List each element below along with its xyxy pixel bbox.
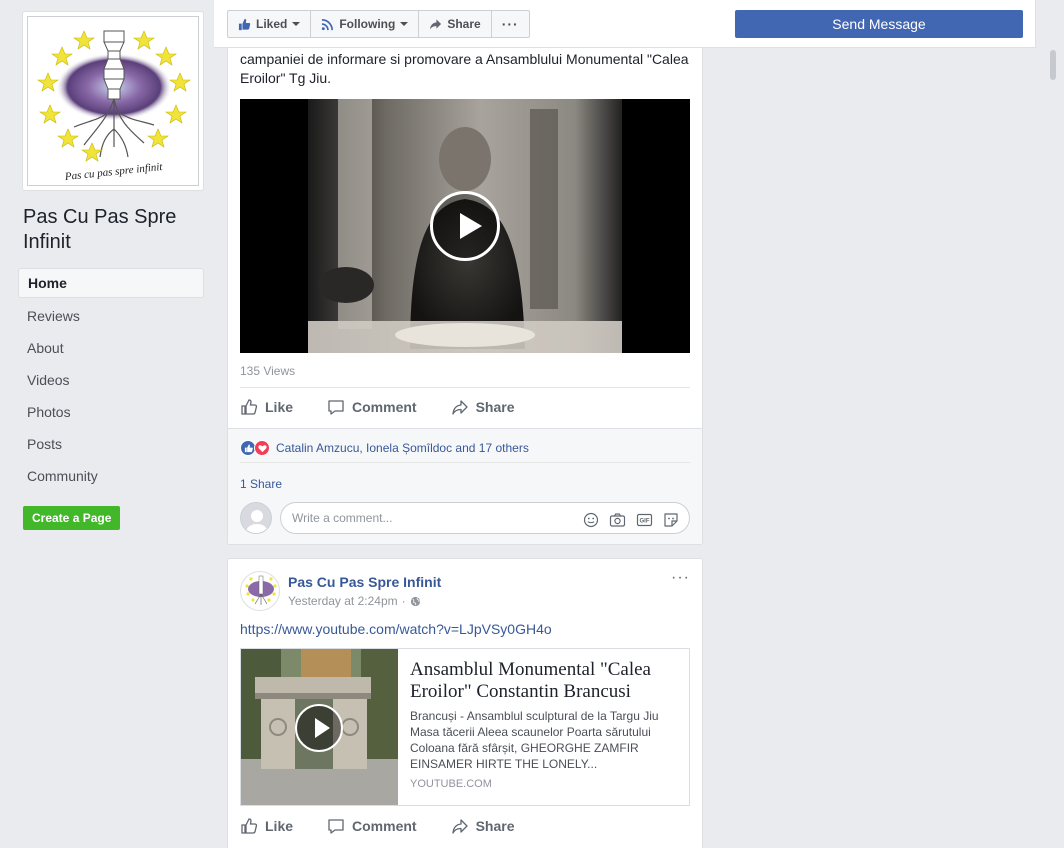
page-title[interactable]: Pas Cu Pas Spre Infinit bbox=[23, 205, 203, 255]
share-button[interactable]: Share bbox=[451, 391, 515, 423]
post-meta: Yesterday at 2:24pm · bbox=[288, 594, 421, 608]
link-description: Brancuși - Ansamblul sculptural de la Ta… bbox=[410, 709, 659, 771]
post-options-button[interactable]: ··· bbox=[671, 569, 690, 587]
meta-separator: · bbox=[401, 594, 406, 608]
emoji-icon[interactable] bbox=[583, 512, 599, 528]
following-button[interactable]: Following bbox=[311, 11, 420, 37]
globe-icon bbox=[410, 596, 421, 607]
page-nav: Home Reviews About Videos Photos Posts C… bbox=[18, 268, 204, 492]
comment-placeholder: Write a comment... bbox=[292, 511, 393, 525]
author-name[interactable]: Pas Cu Pas Spre Infinit bbox=[288, 574, 441, 590]
chevron-down-icon bbox=[400, 22, 409, 26]
share-label: Share bbox=[475, 399, 515, 415]
logo-text: Pas cu pas spre infinit bbox=[63, 161, 164, 183]
page-actions-group: Liked Following Share ··· bbox=[227, 10, 530, 38]
logo-image: Pas cu pas spre infinit bbox=[27, 16, 199, 186]
post-link[interactable]: https://www.youtube.com/watch?v=LJpVSy0G… bbox=[240, 621, 552, 637]
user-avatar bbox=[240, 502, 272, 534]
left-sidebar: Pas cu pas spre infinit Pas Cu Pas Spre … bbox=[0, 0, 214, 848]
thumbs-up-icon bbox=[240, 398, 258, 416]
share-page-label: Share bbox=[447, 17, 481, 31]
share-page-button[interactable]: Share bbox=[419, 11, 492, 37]
create-page-button[interactable]: Create a Page bbox=[23, 506, 121, 530]
share-arrow-icon bbox=[429, 18, 442, 31]
nav-item-community[interactable]: Community bbox=[18, 460, 204, 492]
nav-item-videos[interactable]: Videos bbox=[18, 364, 204, 396]
nav-item-about[interactable]: About bbox=[18, 332, 204, 364]
chevron-down-icon bbox=[292, 22, 301, 26]
link-preview[interactable]: Ansamblul Monumental "Calea Eroilor" Con… bbox=[240, 648, 690, 806]
like-button[interactable]: Like bbox=[240, 810, 293, 842]
share-count[interactable]: 1 Share bbox=[240, 477, 282, 491]
nav-item-reviews[interactable]: Reviews bbox=[18, 300, 204, 332]
nav-item-posts[interactable]: Posts bbox=[18, 428, 204, 460]
send-message-button[interactable]: Send Message bbox=[735, 10, 1023, 38]
comments-section: Catalin Amzucu, Ionela Șomîldoc and 17 o… bbox=[228, 428, 702, 544]
comment-button[interactable]: Comment bbox=[327, 810, 417, 842]
logo-art: Pas cu pas spre infinit bbox=[37, 30, 191, 183]
divider bbox=[240, 462, 690, 463]
share-arrow-icon bbox=[451, 817, 469, 835]
comment-icon bbox=[327, 398, 345, 416]
post-card-link: Pas Cu Pas Spre Infinit Yesterday at 2:2… bbox=[227, 558, 703, 848]
thumbs-up-icon bbox=[240, 817, 258, 835]
post-card-video: campaniei de informare si promovare a An… bbox=[227, 0, 703, 545]
right-gutter bbox=[1036, 0, 1064, 848]
liked-button[interactable]: Liked bbox=[228, 11, 312, 37]
comment-composer: Write a comment... GIF bbox=[240, 501, 690, 535]
share-label: Share bbox=[475, 818, 515, 834]
post-time[interactable]: Yesterday at 2:24pm bbox=[288, 594, 398, 608]
share-arrow-icon bbox=[451, 398, 469, 416]
view-count: 135 Views bbox=[240, 364, 296, 378]
like-label: Like bbox=[265, 818, 294, 834]
share-button[interactable]: Share bbox=[451, 810, 515, 842]
nav-item-home[interactable]: Home bbox=[18, 268, 204, 298]
comment-label: Comment bbox=[352, 399, 417, 415]
post-actions: Like Comment Share bbox=[240, 810, 690, 842]
liked-label: Liked bbox=[256, 17, 288, 31]
gif-icon[interactable]: GIF bbox=[636, 512, 653, 528]
comment-tools: GIF bbox=[583, 512, 679, 528]
nav-item-photos[interactable]: Photos bbox=[18, 396, 204, 428]
comment-input[interactable]: Write a comment... GIF bbox=[280, 502, 690, 534]
link-title: Ansamblul Monumental "Calea Eroilor" Con… bbox=[410, 659, 651, 702]
love-reaction-icon bbox=[254, 440, 270, 456]
following-label: Following bbox=[339, 17, 396, 31]
link-domain: YOUTUBE.COM bbox=[410, 778, 492, 790]
author-avatar[interactable] bbox=[240, 571, 280, 611]
like-button[interactable]: Like bbox=[240, 391, 293, 423]
comment-label: Comment bbox=[352, 818, 417, 834]
reactions-summary[interactable]: Catalin Amzucu, Ionela Șomîldoc and 17 o… bbox=[240, 440, 529, 456]
scrollbar-thumb[interactable] bbox=[1050, 50, 1056, 80]
post-text: campaniei de informare si promovare a An… bbox=[240, 51, 689, 86]
play-button[interactable] bbox=[430, 191, 500, 261]
rss-icon bbox=[321, 18, 334, 31]
play-icon bbox=[295, 704, 343, 752]
thumbs-up-icon bbox=[238, 18, 251, 31]
page-action-bar: Liked Following Share ··· Send Message bbox=[214, 0, 1036, 48]
camera-icon[interactable] bbox=[609, 512, 626, 528]
sticker-icon[interactable] bbox=[663, 512, 679, 528]
link-thumbnail bbox=[241, 649, 398, 805]
video-player[interactable] bbox=[240, 99, 690, 353]
more-options-button[interactable]: ··· bbox=[492, 11, 529, 37]
reactions-text: Catalin Amzucu, Ionela Șomîldoc and 17 o… bbox=[276, 441, 529, 455]
comment-icon bbox=[327, 817, 345, 835]
comment-button[interactable]: Comment bbox=[327, 391, 417, 423]
profile-picture[interactable]: Pas cu pas spre infinit bbox=[22, 11, 204, 191]
svg-text:GIF: GIF bbox=[640, 519, 650, 525]
post-actions: Like Comment Share bbox=[240, 391, 690, 423]
like-label: Like bbox=[265, 399, 294, 415]
divider bbox=[240, 387, 690, 388]
